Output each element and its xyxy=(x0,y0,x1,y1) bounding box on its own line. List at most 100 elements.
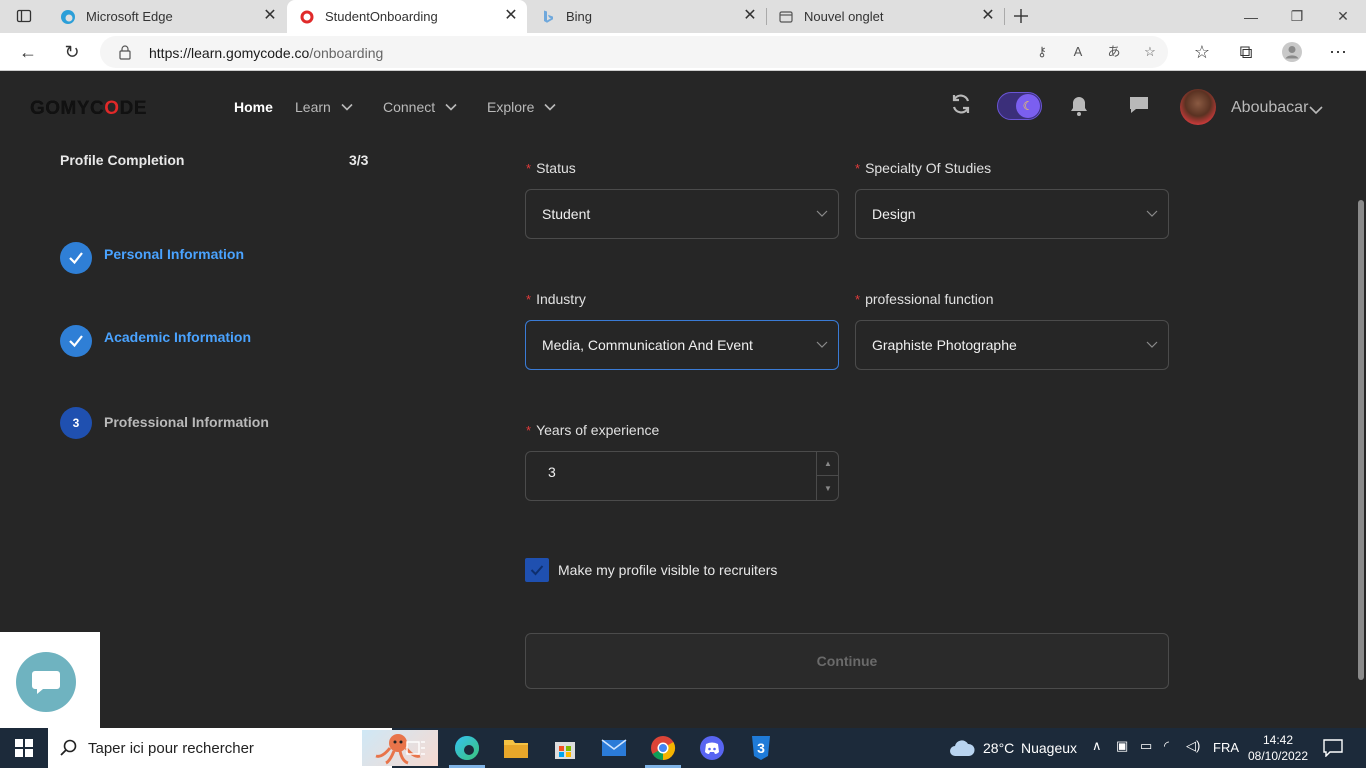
tab-bing[interactable]: Bing ✕ xyxy=(528,0,766,33)
tab-student-onboarding[interactable]: StudentOnboarding ✕ xyxy=(287,0,527,33)
moon-icon: ☾ xyxy=(1016,94,1040,118)
add-favorite-icon[interactable]: ☆ xyxy=(1142,44,1158,60)
avatar[interactable] xyxy=(1180,89,1216,125)
restore-icon[interactable]: ❐ xyxy=(1274,0,1320,33)
status-select[interactable]: Student xyxy=(525,189,839,239)
close-tab-icon[interactable]: ✕ xyxy=(742,8,758,24)
notification-bell-icon[interactable] xyxy=(1069,95,1089,117)
new-tab-plus-icon[interactable] xyxy=(1013,8,1029,24)
volume-icon[interactable]: ◁) xyxy=(1186,738,1200,754)
meet-now-icon[interactable]: ▣ xyxy=(1116,738,1128,754)
weather-temperature[interactable]: 28°C xyxy=(983,740,1014,756)
clock-date: 08/10/2022 xyxy=(1247,749,1309,763)
user-menu[interactable]: Aboubacar xyxy=(1231,99,1323,117)
svg-text:3: 3 xyxy=(757,740,765,756)
minimize-icon[interactable]: — xyxy=(1228,0,1274,33)
step-professional-information[interactable]: Professional Information xyxy=(104,414,269,430)
step-academic-information[interactable]: Academic Information xyxy=(104,329,251,345)
function-select[interactable]: Graphiste Photographe xyxy=(855,320,1169,370)
search-placeholder: Taper ici pour rechercher xyxy=(88,740,254,757)
bing-icon xyxy=(540,9,556,25)
number-stepper: ▲ ▼ xyxy=(816,452,839,500)
step-done-check-icon xyxy=(60,325,92,357)
tab-title: Bing xyxy=(566,9,593,24)
chevron-down-icon xyxy=(1146,210,1158,217)
tab-nouvel-onglet[interactable]: Nouvel onglet ✕ xyxy=(766,0,1004,33)
mail-icon[interactable] xyxy=(600,734,628,762)
visible-to-recruiters-checkbox[interactable] xyxy=(525,558,549,582)
close-tab-icon[interactable]: ✕ xyxy=(262,8,278,24)
key-icon[interactable]: ⚷ xyxy=(1034,44,1050,60)
chevron-up-icon[interactable]: ∧ xyxy=(1092,738,1102,754)
chevron-down-icon xyxy=(816,341,828,348)
message-icon[interactable] xyxy=(1128,95,1150,115)
dark-mode-toggle[interactable]: ☾ xyxy=(997,92,1042,120)
edge-icon xyxy=(60,9,76,25)
experience-input[interactable]: 3 ▲ ▼ xyxy=(525,451,839,501)
clock-time: 14:42 xyxy=(1262,733,1294,747)
visible-to-recruiters-label[interactable]: Make my profile visible to recruiters xyxy=(558,562,777,578)
specialty-label: * Specialty Of Studies xyxy=(855,160,992,176)
back-arrow-icon[interactable]: ← xyxy=(16,40,40,64)
weather-description[interactable]: Nuageux xyxy=(1021,740,1077,756)
taskbar-search-box[interactable]: Taper ici pour rechercher xyxy=(48,728,438,768)
favorites-icon[interactable]: ☆ xyxy=(1190,40,1214,64)
new-tab-icon xyxy=(778,9,794,25)
windows-start-icon[interactable] xyxy=(0,728,48,768)
edge-taskbar-icon[interactable] xyxy=(453,734,481,762)
taskbar-clock[interactable]: 14:42 08/10/2022 xyxy=(1246,732,1310,764)
collections-icon[interactable]: ⧉ xyxy=(1234,40,1258,64)
weather-cloud-icon[interactable] xyxy=(948,738,976,758)
read-aloud-icon[interactable]: A xyxy=(1070,44,1086,60)
wifi-icon[interactable]: ◜ xyxy=(1164,738,1169,754)
page-scrollbar[interactable] xyxy=(1358,200,1364,680)
chat-bubble-icon[interactable] xyxy=(16,652,76,712)
chevron-down-icon xyxy=(1146,341,1158,348)
gomycode-logo[interactable]: GOMYCODE xyxy=(30,98,147,120)
step-personal-information[interactable]: Personal Information xyxy=(104,246,244,262)
search-icon xyxy=(60,739,77,756)
chevron-down-icon xyxy=(544,103,557,111)
profile-completion-title: Profile Completion xyxy=(60,152,185,168)
nav-learn[interactable]: Learn xyxy=(295,99,353,115)
decrement-icon[interactable]: ▼ xyxy=(817,476,839,500)
more-options-icon[interactable]: ⋯ xyxy=(1326,40,1350,64)
chevron-down-icon xyxy=(816,210,828,217)
step-done-check-icon xyxy=(60,242,92,274)
sync-icon[interactable] xyxy=(950,93,972,115)
chevron-down-icon xyxy=(1309,106,1323,115)
chrome-icon[interactable] xyxy=(649,734,677,762)
nav-home[interactable]: Home xyxy=(234,99,273,115)
refresh-icon[interactable]: ↻ xyxy=(60,40,84,64)
profile-icon[interactable] xyxy=(1280,40,1304,64)
nav-connect[interactable]: Connect xyxy=(383,99,457,115)
close-tab-icon[interactable]: ✕ xyxy=(503,8,519,24)
app-three-icon[interactable]: 3 xyxy=(747,734,775,762)
increment-icon[interactable]: ▲ xyxy=(817,452,839,476)
windows-taskbar: Taper ici pour rechercher 3 28°C Nuageux… xyxy=(0,728,1366,768)
task-view-icon[interactable] xyxy=(402,734,430,762)
notification-center-icon[interactable] xyxy=(1323,739,1343,757)
status-value: Student xyxy=(542,206,591,222)
close-tab-icon[interactable]: ✕ xyxy=(980,8,996,24)
tab-actions-icon[interactable] xyxy=(16,8,32,24)
address-bar[interactable]: https://learn.gomycode.co/onboarding ⚷ A… xyxy=(100,36,1168,68)
translate-icon[interactable]: あ xyxy=(1106,44,1122,60)
continue-button[interactable]: Continue xyxy=(525,633,1169,689)
chevron-down-icon xyxy=(445,103,457,111)
discord-icon[interactable] xyxy=(698,734,726,762)
experience-label: * Years of experience xyxy=(526,422,660,438)
battery-icon[interactable]: ▭ xyxy=(1140,738,1152,754)
microsoft-store-icon[interactable] xyxy=(551,734,579,762)
language-indicator[interactable]: FRA xyxy=(1213,740,1239,755)
industry-select[interactable]: Media, Communication And Event xyxy=(525,320,839,370)
nav-explore[interactable]: Explore xyxy=(487,99,557,115)
specialty-select[interactable]: Design xyxy=(855,189,1169,239)
lock-icon[interactable] xyxy=(118,44,132,60)
window-close-icon[interactable]: ✕ xyxy=(1320,0,1366,33)
file-explorer-icon[interactable] xyxy=(502,734,530,762)
specialty-value: Design xyxy=(872,206,916,222)
browser-tab-strip: Microsoft Edge ✕ StudentOnboarding ✕ Bin… xyxy=(0,0,1366,33)
url-text: https://learn.gomycode.co/onboarding xyxy=(149,45,384,61)
tab-microsoft-edge[interactable]: Microsoft Edge ✕ xyxy=(48,0,286,33)
